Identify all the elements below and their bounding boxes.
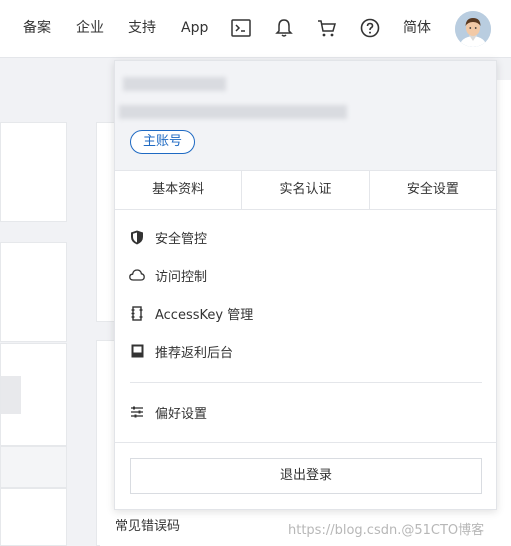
- tab-basic-info[interactable]: 基本资料: [115, 171, 243, 209]
- nav-beian-link[interactable]: 备案: [23, 19, 51, 37]
- bg-card: [0, 242, 67, 342]
- terminal-icon[interactable]: [230, 17, 252, 39]
- bg-card: [0, 446, 67, 488]
- bg-panel: [497, 80, 511, 546]
- bg-card: [0, 343, 67, 446]
- menu-label: 偏好设置: [155, 406, 208, 422]
- menu-item-preferences[interactable]: 偏好设置: [115, 393, 496, 431]
- account-dropdown: 主账号 基本资料 实名认证 安全设置 安全管控 访问控制 AccessKey 管…: [114, 60, 497, 510]
- nav-app-link[interactable]: App: [181, 19, 208, 37]
- key-icon: [129, 305, 145, 321]
- bell-icon[interactable]: [273, 17, 295, 39]
- menu-divider: [115, 442, 496, 443]
- language-switch[interactable]: 简体: [403, 19, 431, 37]
- shield-icon: [129, 229, 145, 245]
- menu-item-referral[interactable]: 推荐返利后台: [115, 332, 496, 370]
- avatar[interactable]: [455, 11, 491, 47]
- blurred-username: [123, 77, 226, 91]
- bg-card: [0, 122, 67, 222]
- menu-divider: [130, 382, 482, 383]
- menu-item-security-control[interactable]: 安全管控: [115, 218, 496, 256]
- main-account-badge: 主账号: [130, 130, 195, 154]
- logout-button[interactable]: 退出登录: [130, 458, 482, 494]
- top-nav-bar: 备案 企业 支持 App 简体: [0, 0, 511, 58]
- menu-label: 安全管控: [155, 231, 208, 247]
- blurred-account-id: [119, 105, 347, 119]
- menu-item-access-control[interactable]: 访问控制: [115, 256, 496, 294]
- menu-label: AccessKey 管理: [155, 307, 254, 323]
- nav-support-link[interactable]: 支持: [128, 19, 156, 37]
- cart-icon[interactable]: [316, 17, 338, 39]
- account-header: 主账号: [115, 61, 496, 170]
- sliders-icon: [129, 404, 145, 420]
- menu-label: 推荐返利后台: [155, 345, 234, 361]
- tab-security-settings[interactable]: 安全设置: [370, 171, 496, 209]
- menu-label: 访问控制: [155, 269, 208, 285]
- cloud-icon: [129, 267, 145, 283]
- nav-enterprise-link[interactable]: 企业: [76, 19, 104, 37]
- help-icon[interactable]: [359, 17, 381, 39]
- bg-card: [96, 122, 116, 322]
- referral-icon: [129, 343, 145, 359]
- account-tabs: 基本资料 实名认证 安全设置: [115, 170, 496, 210]
- tab-real-name-auth[interactable]: 实名认证: [242, 171, 370, 209]
- bg-card: [0, 488, 67, 546]
- menu-item-accesskey[interactable]: AccessKey 管理: [115, 294, 496, 332]
- watermark: https://blog.csdn.@51CTO博客: [288, 523, 485, 538]
- faq-link[interactable]: 常见错误码: [115, 515, 180, 534]
